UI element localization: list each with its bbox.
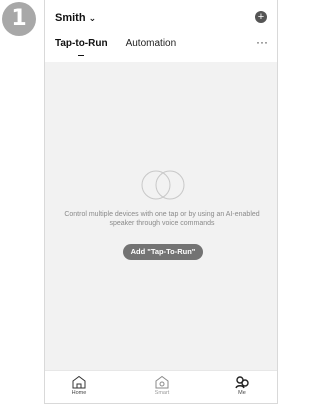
tabbar-item-smart[interactable]: Smart	[140, 375, 184, 396]
add-icon[interactable]: +	[255, 11, 267, 23]
tabbar-item-me[interactable]: Me	[220, 375, 264, 396]
home-name: Smith	[55, 12, 86, 24]
home-icon	[72, 375, 86, 389]
scene-tabs: Tap-to-Run Automation	[55, 38, 176, 49]
step-number-badge: 1	[2, 2, 36, 36]
bottom-tab-bar: Home Smart Me	[45, 370, 277, 403]
tabbar-label-smart: Smart	[154, 390, 170, 396]
tab-automation[interactable]: Automation	[126, 38, 177, 49]
empty-scene-icon	[141, 170, 185, 200]
more-options-icon[interactable]: ···	[256, 35, 268, 49]
chevron-down-icon: ⌄	[88, 12, 97, 23]
home-selector[interactable]: Smith ⌄	[55, 12, 96, 24]
tabbar-label-home: Home	[71, 390, 87, 396]
header: Smith ⌄ + Tap-to-Run Automation ···	[45, 0, 277, 62]
tabbar-item-home[interactable]: Home	[57, 375, 101, 396]
empty-state-message: Control multiple devices with one tap or…	[64, 211, 260, 227]
me-icon	[235, 376, 249, 389]
smart-icon	[155, 375, 169, 389]
tab-tap-to-run[interactable]: Tap-to-Run	[55, 38, 108, 49]
add-tap-to-run-button[interactable]: Add "Tap-To-Run"	[123, 244, 203, 260]
tabbar-label-me: Me	[238, 390, 246, 396]
phone-screen: Smith ⌄ + Tap-to-Run Automation ··· Cont…	[44, 0, 278, 404]
